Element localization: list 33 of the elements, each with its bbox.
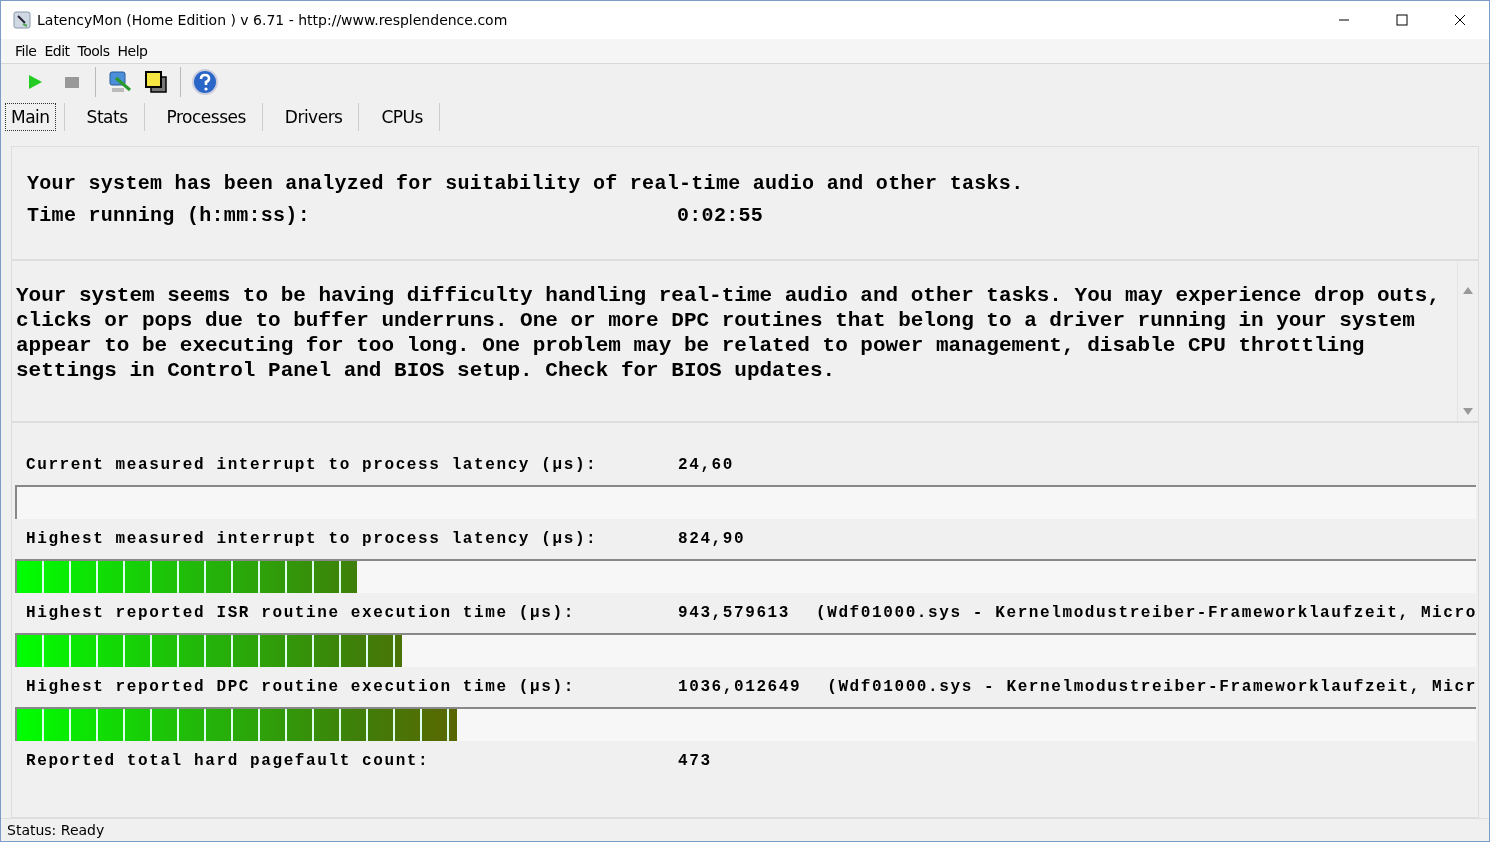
menu-item[interactable]: Tools	[73, 43, 114, 59]
close-icon	[1454, 14, 1466, 26]
measurement-label: Highest measured interrupt to process latency (µs):	[26, 530, 599, 548]
measurement-label: Highest reported DPC routine execution time (µs):	[26, 678, 576, 696]
verdict-text: Your system seems to be having difficulty handling real-time audio and other tasks. You may experience drop outs, clicks or pops due to buffer underruns. One or more DPC routines that belong to a driver running in your system appear to be executing for too long. One problem may be related to power management, disable CPU throttling settings in Control Panel and BIOS setup. Check for BIOS updates.	[15, 283, 1442, 384]
tab[interactable]: Main	[5, 103, 56, 131]
scroll-down-icon[interactable]	[1463, 408, 1473, 415]
window-title: LatencyMon (Home Edition ) v 6.71 - http://www.resplendence.com	[37, 12, 509, 28]
tab[interactable]: CPUs	[373, 103, 431, 131]
measurement-value: 1036,012649	[678, 678, 802, 696]
tab[interactable]: Drivers	[276, 103, 351, 131]
app-icon	[13, 11, 31, 29]
measurement-value: 824,90	[678, 530, 746, 548]
menu-item[interactable]: Help	[113, 43, 152, 59]
menu-item[interactable]: Edit	[40, 43, 74, 59]
maximize-icon	[1396, 14, 1408, 26]
menu-item[interactable]: File	[11, 43, 41, 59]
driver-detail: (Wdf01000.sys - Kernelmodustreiber-Frameworklaufzeit, Micro	[816, 604, 1477, 622]
scroll-up-icon[interactable]	[1463, 287, 1473, 294]
time-value: 0:02:55	[677, 204, 764, 227]
time-label: Time running (h:mm:ss):	[27, 204, 311, 227]
help-icon[interactable]	[191, 68, 219, 96]
measurement-value: 24,60	[678, 456, 734, 474]
tab[interactable]: Processes	[158, 103, 254, 131]
driver-detail: (Wdf01000.sys - Kernelmodustreiber-Frameworklaufzeit, Micr	[827, 678, 1477, 696]
summary-headline: Your system has been analyzed for suitability of real-time audio and other tasks.	[27, 172, 1025, 195]
tab[interactable]: Stats	[78, 103, 136, 131]
measurement-value: 473	[678, 752, 712, 770]
measurement-label: Highest reported ISR routine execution time (µs):	[26, 604, 576, 622]
measurement-label: Current measured interrupt to process latency (µs):	[26, 456, 599, 474]
measurement-label: Reported total hard pagefault count:	[26, 752, 431, 770]
status-text: Status: Ready	[1, 818, 1489, 841]
measurement-value: 943,579613	[678, 604, 790, 622]
